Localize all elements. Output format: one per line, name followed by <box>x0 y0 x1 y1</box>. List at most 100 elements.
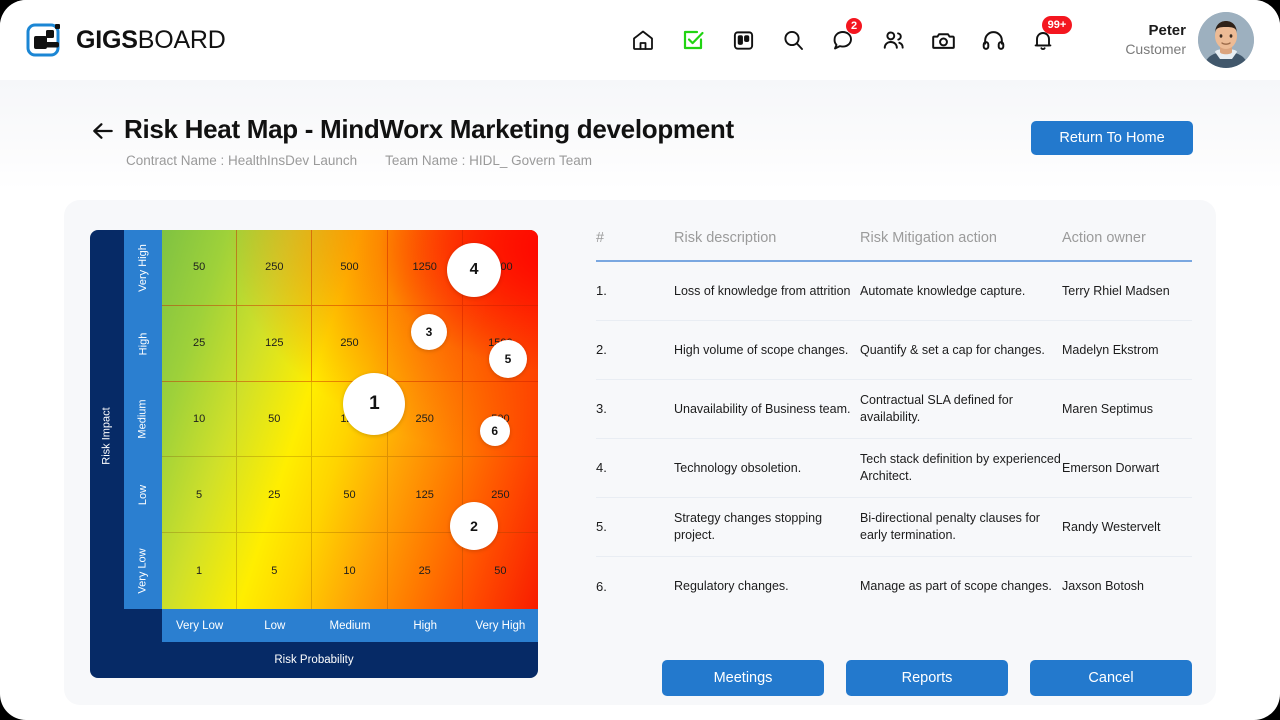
action-owner: Terry Rhiel Madsen <box>1062 283 1170 298</box>
reports-button[interactable]: Reports <box>846 660 1008 696</box>
heatmap-y-category: High <box>124 306 162 382</box>
action-owner: Emerson Dorwart <box>1062 460 1160 475</box>
search-icon[interactable] <box>778 24 808 56</box>
heatmap-cell: 250 <box>312 305 388 382</box>
nav-icon-group: 2 99+ <box>628 0 1072 80</box>
heatmap-y-category: Very High <box>124 230 162 306</box>
risk-description: High volume of scope changes. <box>674 342 849 357</box>
heatmap-cell: 10 <box>162 381 238 458</box>
notification-badge: 99+ <box>1042 16 1072 34</box>
risk-marker-4[interactable]: 4 <box>447 242 502 297</box>
table-row[interactable]: 2. High volume of scope changes. Quantify … <box>596 321 1192 380</box>
user-name: Peter <box>1148 21 1186 39</box>
tasks-check-icon[interactable] <box>678 24 708 56</box>
heatmap-y-category: Medium <box>124 382 162 458</box>
user-profile[interactable]: Peter Customer <box>1125 0 1254 80</box>
row-index: 4. <box>596 460 607 476</box>
risk-marker-5[interactable]: 5 <box>488 339 527 378</box>
brand-name-thin: BOARD <box>137 25 226 54</box>
row-index: 2. <box>596 342 607 358</box>
risk-description: Unavailability of Business team. <box>674 401 851 416</box>
action-owner: Jaxson Botosh <box>1062 579 1144 594</box>
chat-icon[interactable]: 2 <box>828 18 862 56</box>
table-column-header: # <box>596 230 605 246</box>
avatar-image <box>1198 12 1254 68</box>
table-row[interactable]: 1. Loss of knowledge from attrition Automa… <box>596 262 1192 321</box>
heatmap-x-category: Very High <box>475 619 526 632</box>
heatmap-x-category: Low <box>264 619 286 632</box>
heatmap-x-axis-title: Risk Probability <box>90 642 538 678</box>
risk-marker-6[interactable]: 6 <box>479 415 510 446</box>
heatmap-y-category: Low <box>124 457 162 533</box>
brand-logo[interactable]: GIGSBOARD <box>26 20 226 60</box>
avatar[interactable] <box>1198 12 1254 68</box>
table-row[interactable]: 4. Technology obsoletion. Tech stack defin… <box>596 439 1192 498</box>
people-icon[interactable] <box>878 24 908 56</box>
heatmap-cell: 50 <box>312 457 388 534</box>
table-column-header: Risk description <box>674 230 777 246</box>
board-icon[interactable] <box>728 24 758 56</box>
heatmap-cell: 5 <box>162 457 238 534</box>
top-navigation-bar: GIGSBOARD 2 99+ Peter Customer <box>0 0 1280 80</box>
table-body: 1. Loss of knowledge from attrition Automa… <box>596 262 1192 616</box>
heatmap-x-category: Very Low <box>175 619 224 632</box>
heatmap-cell: 1 <box>162 533 238 609</box>
user-meta: Peter Customer <box>1125 22 1186 58</box>
heatmap-cell: 25 <box>388 533 463 609</box>
headset-icon[interactable] <box>978 24 1008 56</box>
table-column-header: Action owner <box>1062 230 1146 246</box>
app-window: GIGSBOARD 2 99+ Peter Customer Risk Heat… <box>0 0 1280 720</box>
heatmap-cell: 500 <box>312 230 388 306</box>
risk-mitigation-action: Manage as part of scope changes. <box>860 579 1052 594</box>
table-row[interactable]: 5. Strategy changes stopping project. Bi-d… <box>596 498 1192 557</box>
row-index: 3. <box>596 401 607 417</box>
camera-icon[interactable] <box>928 24 958 56</box>
contract-name-label: Contract Name : HealthInsDev Launch <box>126 153 358 168</box>
risk-mitigation-action: Tech stack definition by experienced Arc… <box>860 452 1061 483</box>
risk-marker-2[interactable]: 2 <box>450 501 499 550</box>
home-icon[interactable] <box>628 24 658 56</box>
heatmap-cell: 25 <box>237 457 313 534</box>
page-title: Risk Heat Map - MindWorx Marketing devel… <box>124 114 734 144</box>
risk-heatmap: Risk Impact Very High High Medium Low Very L… <box>90 230 538 678</box>
heatmap-cell: 250 <box>237 230 313 306</box>
heatmap-y-category-label: Very Low <box>137 548 149 594</box>
brand-name-bold: GIGS <box>76 25 138 54</box>
heatmap-y-categories: Very High High Medium Low Very Low <box>124 230 162 609</box>
risk-description: Loss of knowledge from attrition <box>674 283 851 298</box>
heatmap-y-axis-title: Risk Impact <box>90 230 124 642</box>
heatmap-y-category-label: High <box>137 332 149 355</box>
table-row[interactable]: 6. Regulatory changes. Manage as part of s… <box>596 557 1192 616</box>
user-role: Customer <box>1125 40 1186 57</box>
heatmap-y-category-label: Medium <box>137 399 149 440</box>
heatmap-x-categories: Very Low Low Medium High Very High <box>162 609 538 642</box>
x-axis-title-text: Risk Probability <box>274 654 354 666</box>
action-owner: Maren Septimus <box>1062 401 1154 416</box>
table-header-row: # Risk description Risk Mitigation action A… <box>596 230 1192 262</box>
heatmap-cell: 25 <box>162 305 238 382</box>
action-owner: Randy Westervelt <box>1062 519 1161 534</box>
heatmap-x-category: High <box>413 619 438 632</box>
risk-description: Strategy changes stopping project. <box>674 511 823 542</box>
table-row[interactable]: 3. Unavailability of Business team. Contra… <box>596 380 1192 439</box>
heatmap-x-category: Medium <box>329 619 371 632</box>
row-index: 1. <box>596 283 607 299</box>
heatmap-cell: 50 <box>237 381 313 458</box>
y-axis-title-text: Risk Impact <box>101 407 113 465</box>
table-column-header: Risk Mitigation action <box>860 230 997 246</box>
page-subtitle: Contract Name : HealthInsDev Launch Team… <box>126 153 592 168</box>
risk-mitigation-action: Quantify & set a cap for changes. <box>860 342 1045 357</box>
team-name-label: Team Name : HIDL_ Govern Team <box>385 153 592 168</box>
heatmap-cell: 10 <box>312 533 388 609</box>
heatmap-cell: 5 <box>237 533 313 609</box>
risk-mitigation-action: Automate knowledge capture. <box>860 283 1026 298</box>
risk-description: Regulatory changes. <box>674 579 789 594</box>
heatmap-gradient: 5025050012503000251252506251500105012525… <box>162 230 538 609</box>
gigsboard-logo-icon <box>26 23 60 57</box>
arrow-left-icon[interactable] <box>90 118 116 144</box>
bell-icon[interactable]: 99+ <box>1028 16 1072 56</box>
return-to-home-button[interactable]: Return To Home <box>1031 121 1193 155</box>
heatmap-y-category-label: Low <box>137 485 149 506</box>
cancel-button[interactable]: Cancel <box>1030 660 1192 696</box>
meetings-button[interactable]: Meetings <box>662 660 824 696</box>
